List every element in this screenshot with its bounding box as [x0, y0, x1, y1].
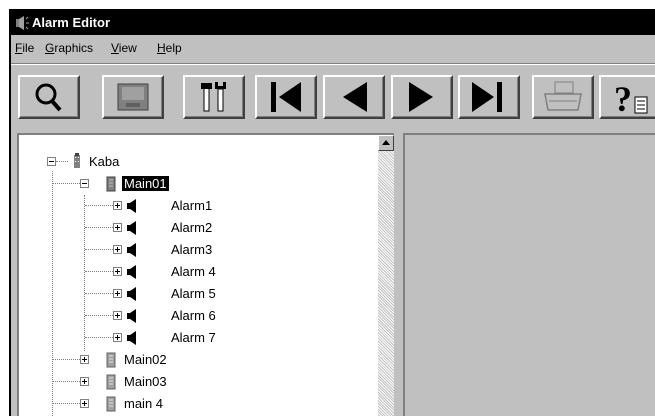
help-icon: ?	[614, 79, 648, 117]
tree-node-main4[interactable]: main 4	[19, 394, 369, 414]
menu-bar: File Graphics View Help	[11, 37, 655, 61]
tree-alarm-5[interactable]: Alarm 5	[19, 284, 369, 304]
tree-node-main01[interactable]: Main01	[19, 174, 369, 194]
speaker-icon	[127, 243, 136, 257]
pane-splitter[interactable]	[394, 133, 403, 416]
cabinet-icon	[106, 396, 116, 412]
save-button[interactable]	[102, 75, 164, 119]
next-record-button[interactable]	[391, 75, 453, 119]
tools-icon	[201, 82, 226, 112]
tree-node-label: Alarm3	[171, 242, 213, 257]
menu-view[interactable]: View	[111, 41, 137, 55]
tree-scrollbar[interactable]	[378, 135, 394, 416]
speaker-icon	[127, 265, 136, 279]
tree-alarm-1[interactable]: Alarm1	[19, 196, 369, 216]
monitor-icon	[117, 83, 149, 111]
tree-node-main02[interactable]: Main02	[19, 350, 369, 370]
alarm-editor-window: Alarm Editor File Graphics View Help ? K…	[9, 9, 655, 416]
toolbar: ?	[11, 65, 655, 131]
tree-node-label: Alarm 7	[171, 330, 216, 345]
cabinet-icon	[106, 374, 116, 390]
previous-record-button[interactable]	[323, 75, 385, 119]
expand-icon[interactable]	[113, 267, 122, 276]
expand-icon[interactable]	[113, 223, 122, 232]
previous-record-icon	[343, 82, 367, 112]
first-record-icon	[271, 82, 301, 112]
expand-icon[interactable]	[113, 289, 122, 298]
speaker-icon	[127, 287, 136, 301]
expand-icon[interactable]	[80, 377, 89, 386]
menu-file[interactable]: File	[15, 41, 34, 55]
speaker-icon	[127, 199, 136, 213]
tree-root[interactable]: Kaba	[19, 152, 369, 172]
tree-node-label: Alarm 4	[171, 264, 216, 279]
expand-icon[interactable]	[113, 201, 122, 210]
speaker-icon	[127, 221, 136, 235]
detail-pane	[403, 133, 655, 416]
tree-node-label: Main03	[124, 374, 167, 389]
app-icon	[16, 16, 29, 30]
collapse-icon[interactable]	[47, 157, 56, 166]
tree-alarm-2[interactable]: Alarm2	[19, 218, 369, 238]
tree-node-label: Alarm 5	[171, 286, 216, 301]
last-record-button[interactable]	[458, 75, 520, 119]
menu-help[interactable]: Help	[157, 41, 182, 55]
scroll-up-button[interactable]	[378, 135, 394, 151]
tools-button[interactable]	[183, 75, 245, 119]
tree-alarm-6[interactable]: Alarm 6	[19, 306, 369, 326]
menu-graphics[interactable]: Graphics	[45, 41, 93, 55]
tree-root-label: Kaba	[89, 154, 120, 169]
print-button[interactable]	[532, 75, 594, 119]
speaker-icon	[127, 309, 136, 323]
window-title: Alarm Editor	[32, 15, 111, 30]
expand-icon[interactable]	[113, 311, 122, 320]
expand-icon[interactable]	[113, 245, 122, 254]
tree-node-main03[interactable]: Main03	[19, 372, 369, 392]
tree-alarm-4[interactable]: Alarm 4	[19, 262, 369, 282]
tree-node-label: Alarm 6	[171, 308, 216, 323]
building-icon	[74, 153, 80, 168]
tree-node-label: Main02	[124, 352, 167, 367]
cabinet-icon	[106, 352, 116, 368]
help-button[interactable]: ?	[599, 75, 655, 119]
tree-node-label: Alarm1	[171, 198, 213, 213]
svg-text:?: ?	[614, 79, 632, 117]
magnifier-icon	[35, 83, 62, 112]
cabinet-icon	[106, 176, 116, 192]
tree-node-label: main 4	[124, 396, 164, 411]
last-record-icon	[472, 82, 502, 112]
printer-icon	[544, 81, 582, 111]
title-bar[interactable]: Alarm Editor	[11, 11, 655, 35]
expand-icon[interactable]	[80, 355, 89, 364]
search-button[interactable]	[18, 75, 80, 119]
tree-node-label: Alarm2	[171, 220, 213, 235]
expand-icon[interactable]	[80, 399, 89, 408]
tree-alarm-3[interactable]: Alarm3	[19, 240, 369, 260]
first-record-button[interactable]	[255, 75, 317, 119]
collapse-icon[interactable]	[80, 179, 89, 188]
speaker-icon	[127, 331, 136, 345]
next-record-icon	[409, 82, 433, 112]
tree-alarm-7[interactable]: Alarm 7	[19, 328, 369, 348]
tree-view[interactable]: Kaba Main01 Alarm1 Alarm2 Alarm3 Alarm 4…	[17, 133, 394, 416]
expand-icon[interactable]	[113, 333, 122, 342]
tree-node-label: Main01	[122, 176, 169, 191]
